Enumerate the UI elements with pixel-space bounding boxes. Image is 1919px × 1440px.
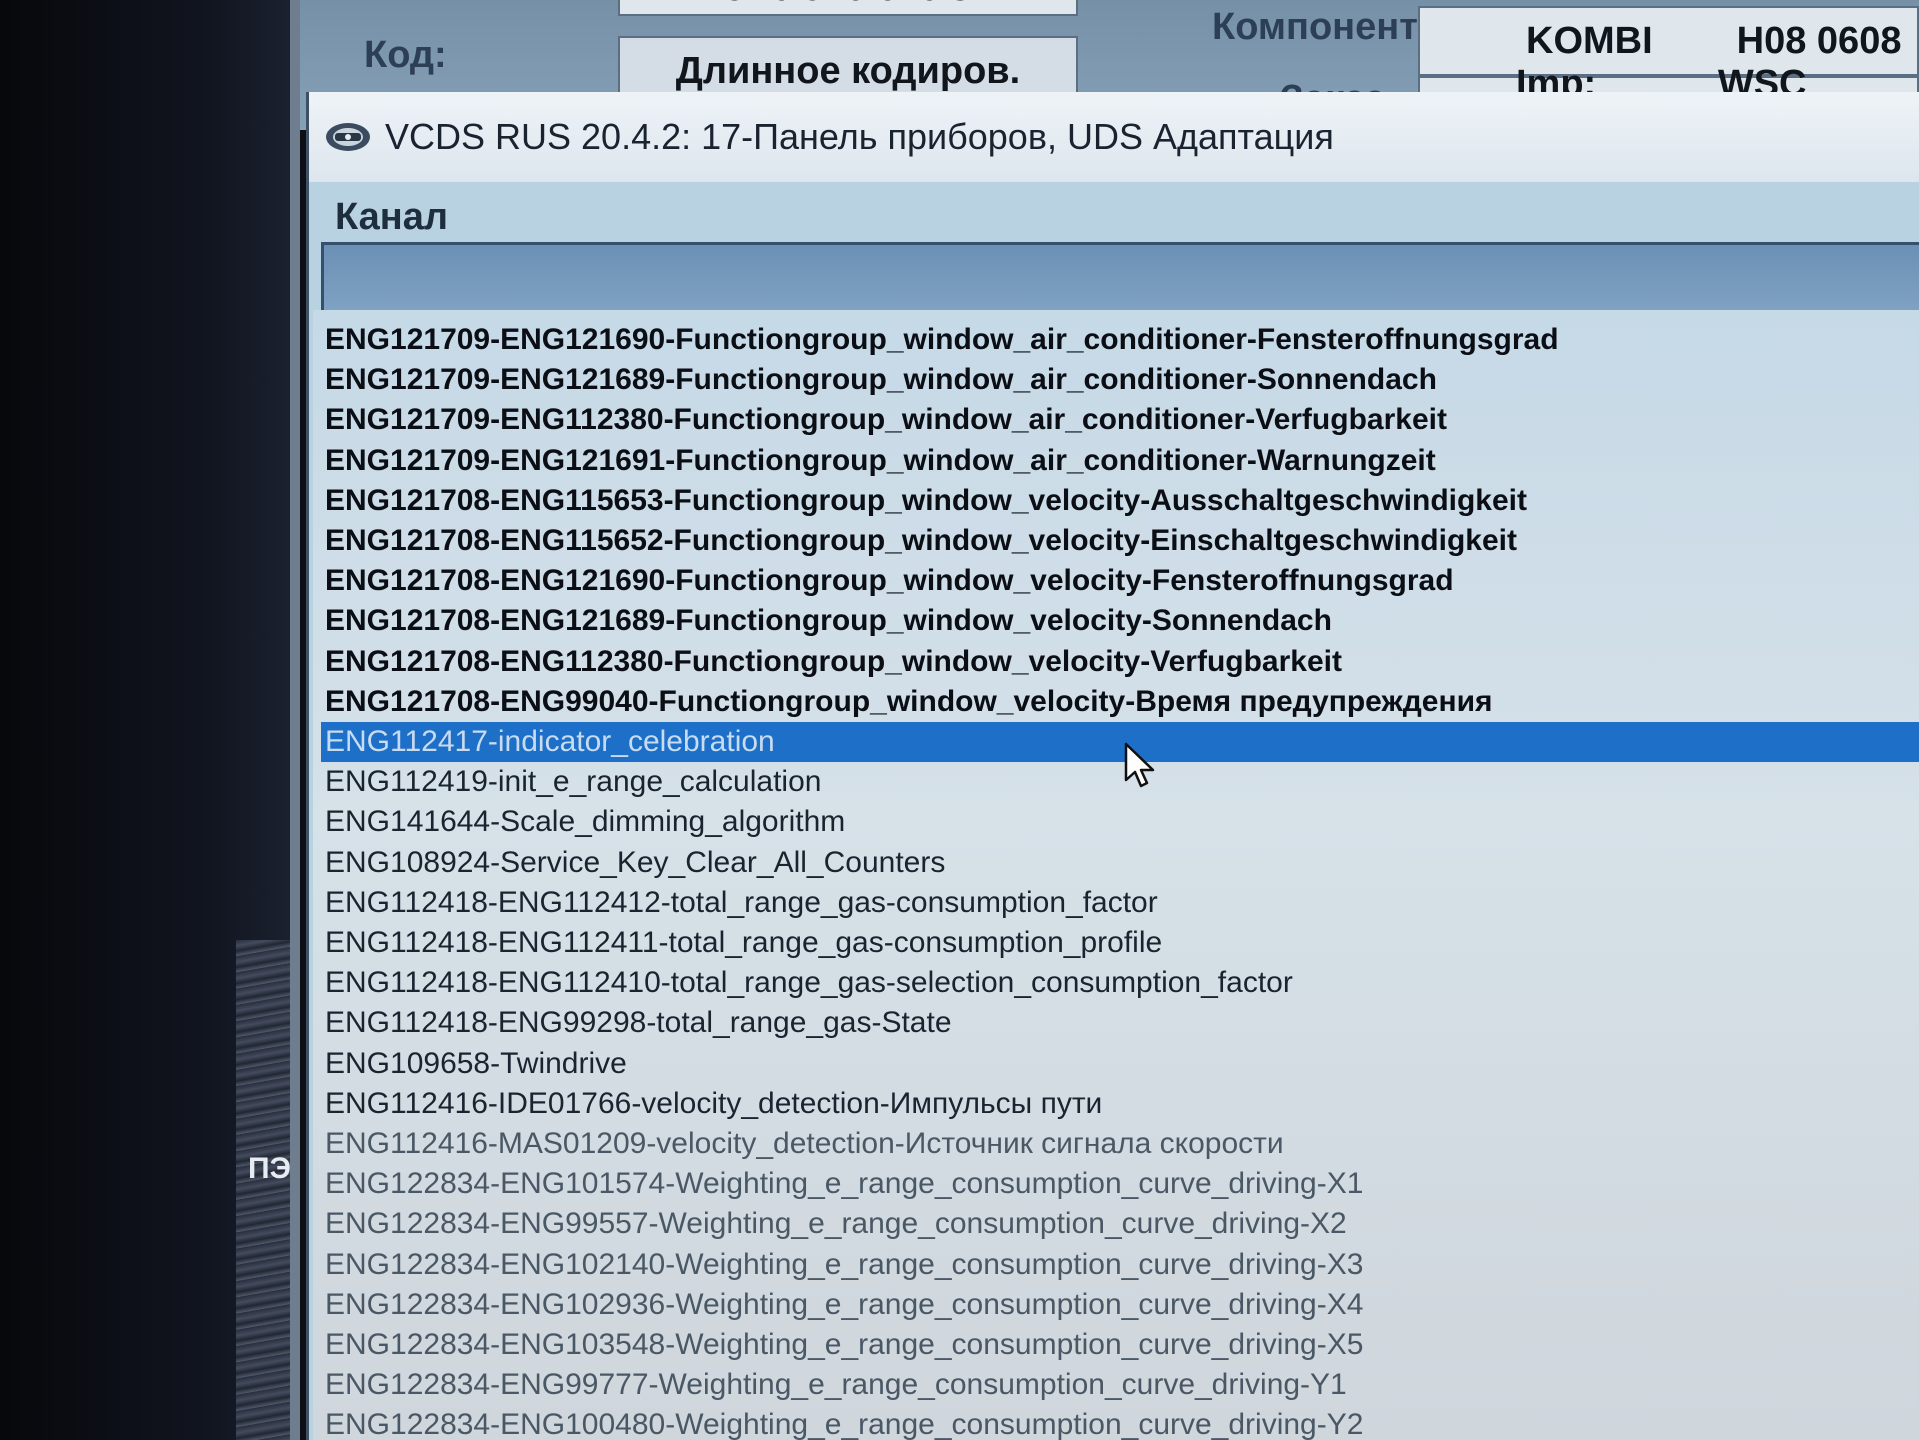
channel-item[interactable]: ENG121708-ENG99040-Functiongroup_window_… bbox=[321, 682, 1919, 722]
channel-item[interactable]: ENG122834-ENG102936-Weighting_e_range_co… bbox=[321, 1285, 1919, 1325]
code-label: Код: bbox=[364, 34, 447, 76]
component-name: KOMBI bbox=[1526, 19, 1653, 62]
part-number-field: 5E0 920 640 J bbox=[618, 0, 1078, 16]
channel-list[interactable]: ENG121709-ENG121690-Functiongroup_window… bbox=[313, 310, 1919, 1440]
component-version: H08 0608 bbox=[1736, 19, 1902, 62]
channel-item[interactable]: ENG141644-Scale_dimming_algorithm bbox=[321, 802, 1919, 842]
channel-item[interactable]: ENG108924-Service_Key_Clear_All_Counters bbox=[321, 843, 1919, 883]
channel-item[interactable]: ENG122834-ENG99557-Weighting_e_range_con… bbox=[321, 1204, 1919, 1244]
channel-item[interactable]: ENG121708-ENG112380-Functiongroup_window… bbox=[321, 642, 1919, 682]
channel-item[interactable]: ENG112416-MAS01209-velocity_detection-Ис… bbox=[321, 1124, 1919, 1164]
channel-item[interactable]: ENG112418-ENG99298-total_range_gas-State bbox=[321, 1003, 1919, 1043]
dialog-title-bar[interactable]: VCDS RUS 20.4.2: 17-Панель приборов, UDS… bbox=[309, 92, 1919, 182]
mouse-cursor-icon bbox=[1124, 742, 1155, 788]
channel-item[interactable]: ENG121708-ENG121689-Functiongroup_window… bbox=[321, 601, 1919, 641]
channel-item[interactable]: ENG122834-ENG102140-Weighting_e_range_co… bbox=[321, 1245, 1919, 1285]
taskbar-label[interactable]: ПЭ bbox=[248, 1152, 291, 1186]
channel-item[interactable]: ENG121708-ENG115653-Functiongroup_window… bbox=[321, 481, 1919, 521]
channel-item[interactable]: ENG122834-ENG103548-Weighting_e_range_co… bbox=[321, 1325, 1919, 1365]
channel-item[interactable]: ENG122834-ENG101574-Weighting_e_range_co… bbox=[321, 1164, 1919, 1204]
channel-label: Канал bbox=[335, 196, 449, 238]
channel-item[interactable]: ENG121709-ENG121690-Functiongroup_window… bbox=[321, 320, 1919, 360]
channel-item[interactable]: ENG112418-ENG112410-total_range_gas-sele… bbox=[321, 963, 1919, 1003]
channel-item[interactable]: ENG121709-ENG112380-Functiongroup_window… bbox=[321, 400, 1919, 440]
channel-item[interactable]: ENG122834-ENG100480-Weighting_e_range_co… bbox=[321, 1405, 1919, 1440]
channel-item[interactable]: ENG112418-ENG112411-total_range_gas-cons… bbox=[321, 923, 1919, 963]
window-frame-edge bbox=[290, 0, 300, 1440]
vcds-app-icon bbox=[326, 123, 370, 151]
channel-item[interactable]: ENG121709-ENG121689-Functiongroup_window… bbox=[321, 360, 1919, 400]
channel-item[interactable]: ENG121708-ENG115652-Functiongroup_window… bbox=[321, 521, 1919, 561]
channel-item[interactable]: ENG112416-IDE01766-velocity_detection-Им… bbox=[321, 1084, 1919, 1124]
channel-item[interactable]: ENG121708-ENG121690-Functiongroup_window… bbox=[321, 561, 1919, 601]
channel-item[interactable]: ENG112419-init_e_range_calculation bbox=[321, 762, 1919, 802]
channel-item[interactable]: ENG121709-ENG121691-Functiongroup_window… bbox=[321, 441, 1919, 481]
channel-item[interactable]: ENG112418-ENG112412-total_range_gas-cons… bbox=[321, 883, 1919, 923]
channel-input[interactable] bbox=[321, 242, 1919, 310]
adaptation-dialog: VCDS RUS 20.4.2: 17-Панель приборов, UDS… bbox=[306, 92, 1919, 1440]
component-label: Компонент: bbox=[1212, 6, 1431, 48]
channel-item[interactable]: ENG122834-ENG99777-Weighting_e_range_con… bbox=[321, 1365, 1919, 1405]
channel-item[interactable]: ENG109658-Twindrive bbox=[321, 1044, 1919, 1084]
dialog-title: VCDS RUS 20.4.2: 17-Панель приборов, UDS… bbox=[385, 116, 1334, 157]
channel-item-selected[interactable]: ENG112417-indicator_celebration bbox=[321, 722, 1919, 762]
